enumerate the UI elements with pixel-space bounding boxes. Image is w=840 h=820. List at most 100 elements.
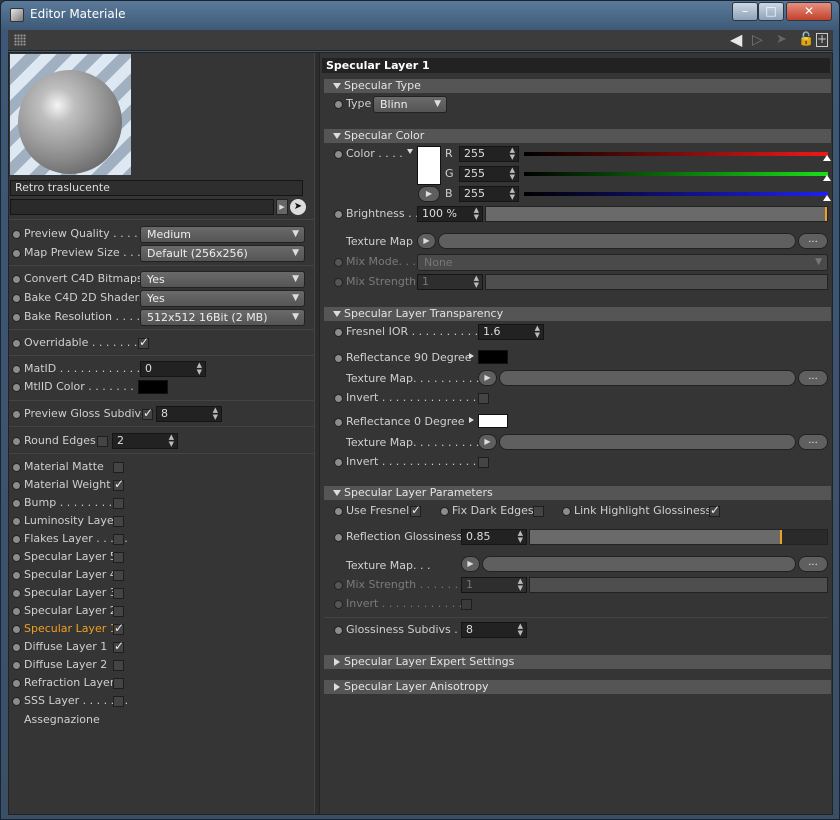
texture-map-90-slot[interactable] xyxy=(499,370,796,386)
layer-specular-2-checkbox[interactable] xyxy=(113,606,124,617)
g-input[interactable]: 255 ▲ ▼ xyxy=(459,166,519,182)
texture-map-90-play-button[interactable]: ▶ xyxy=(478,370,497,386)
layer-refraction-checkbox[interactable] xyxy=(113,678,124,689)
animation-dot-icon[interactable] xyxy=(12,275,21,284)
bake-2d-shaders-dropdown[interactable]: Yes ▼ xyxy=(140,290,305,307)
stepper-arrows-icon[interactable]: ▲ ▼ xyxy=(474,207,479,221)
animation-dot-icon[interactable] xyxy=(334,533,343,542)
preview-gloss-subdivs-input[interactable]: 8 ▲ ▼ xyxy=(156,406,222,422)
layer-material-weight[interactable]: Material Weight xyxy=(24,477,111,493)
minimize-button[interactable]: – xyxy=(732,2,758,21)
b-input[interactable]: 255 ▲ ▼ xyxy=(459,186,519,202)
animation-dot-icon[interactable] xyxy=(334,394,343,403)
animation-dot-icon[interactable] xyxy=(334,458,343,467)
animation-dot-icon[interactable] xyxy=(12,679,21,688)
layer-specular-3[interactable]: Specular Layer 3 xyxy=(24,585,117,601)
layer-flakes-checkbox[interactable] xyxy=(113,534,124,545)
round-edges-input[interactable]: 2 ▲ ▼ xyxy=(112,433,178,449)
layer-diffuse-2-checkbox[interactable] xyxy=(113,660,124,671)
layer-specular-5-checkbox[interactable] xyxy=(113,552,124,563)
layer-sss-checkbox[interactable] xyxy=(113,696,124,707)
texture-map-0-play-button[interactable]: ▶ xyxy=(478,434,497,450)
r-input[interactable]: 255 ▲ ▼ xyxy=(459,146,519,162)
stepper-arrows-icon[interactable]: ▲ ▼ xyxy=(474,275,479,289)
section-specular-type[interactable]: Specular Type xyxy=(324,79,831,93)
texture-map-0-slot[interactable] xyxy=(499,434,796,450)
section-specular-transparency[interactable]: Specular Layer Transparency xyxy=(324,307,831,321)
animation-dot-icon[interactable] xyxy=(12,589,21,598)
animation-dot-icon[interactable] xyxy=(12,571,21,580)
forward-arrow-icon[interactable]: ▷ xyxy=(752,31,763,49)
layer-specular-2[interactable]: Specular Layer 2 xyxy=(24,603,117,619)
mix-mode-dropdown[interactable]: None ▼ xyxy=(417,254,828,271)
stepper-arrows-icon[interactable]: ▲ ▼ xyxy=(197,362,202,376)
glossiness-subdivs-input[interactable]: 8 ▲ ▼ xyxy=(461,622,527,638)
animation-dot-icon[interactable] xyxy=(334,600,343,609)
layer-diffuse-1-checkbox[interactable] xyxy=(113,639,124,653)
maximize-button[interactable]: □ xyxy=(758,2,784,21)
stepper-arrows-icon[interactable]: ▲ ▼ xyxy=(510,147,515,161)
color-expand-icon[interactable] xyxy=(407,149,413,154)
overridable-checkbox[interactable] xyxy=(138,335,149,349)
use-fresnel-checkbox[interactable] xyxy=(410,503,421,517)
green-slider-handle[interactable] xyxy=(823,175,831,181)
mix-strength-gloss-input[interactable]: 1 ▲ ▼ xyxy=(461,577,527,593)
animation-dot-icon[interactable] xyxy=(12,661,21,670)
layer-specular-1[interactable]: Specular Layer 1 xyxy=(24,621,117,637)
cursor-icon[interactable]: ➤ xyxy=(776,31,787,49)
grip-icon[interactable] xyxy=(14,34,26,46)
layer-material-matte-checkbox[interactable] xyxy=(113,462,124,473)
texture-map-gloss-slot[interactable] xyxy=(482,556,796,572)
animation-dot-icon[interactable] xyxy=(12,249,21,258)
fresnel-ior-input[interactable]: 1.6 ▲ ▼ xyxy=(478,324,544,340)
animation-dot-icon[interactable] xyxy=(12,499,21,508)
animation-dot-icon[interactable] xyxy=(12,643,21,652)
layer-luminosity[interactable]: Luminosity Layer xyxy=(24,513,118,529)
pick-cursor-icon[interactable]: ➤ xyxy=(290,199,306,215)
matid-input[interactable]: 0 ▲ ▼ xyxy=(140,361,206,377)
reflectance-0-expand-icon[interactable] xyxy=(469,417,474,423)
material-name-field-2[interactable] xyxy=(10,199,274,215)
animation-dot-icon[interactable] xyxy=(12,517,21,526)
blue-slider-handle[interactable] xyxy=(823,195,831,201)
mtlid-color-swatch[interactable] xyxy=(138,380,168,394)
layer-material-matte[interactable]: Material Matte xyxy=(24,459,104,475)
animation-dot-icon[interactable] xyxy=(334,278,343,287)
animation-dot-icon[interactable] xyxy=(12,463,21,472)
invert-gloss-checkbox[interactable] xyxy=(461,599,472,610)
brightness-input[interactable]: 100 % ▲ ▼ xyxy=(417,206,483,222)
layer-specular-4-checkbox[interactable] xyxy=(113,570,124,581)
stepper-arrows-icon[interactable]: ▲ ▼ xyxy=(518,623,523,637)
animation-dot-icon[interactable] xyxy=(12,553,21,562)
layer-refraction[interactable]: Refraction Layer xyxy=(24,675,114,691)
reflectance-90-expand-icon[interactable] xyxy=(469,353,474,359)
section-specular-parameters[interactable]: Specular Layer Parameters xyxy=(324,486,831,500)
reflection-glossiness-slider[interactable] xyxy=(529,529,828,545)
layer-specular-5[interactable]: Specular Layer 5 xyxy=(24,549,117,565)
animation-dot-icon[interactable] xyxy=(12,697,21,706)
layer-specular-1-checkbox[interactable] xyxy=(113,621,124,635)
expand-arrow-icon[interactable]: ▶ xyxy=(276,199,288,215)
mix-strength-slider[interactable] xyxy=(485,274,828,290)
mix-strength-gloss-slider[interactable] xyxy=(529,577,828,593)
stepper-arrows-icon[interactable]: ▲ ▼ xyxy=(518,530,523,544)
layer-material-weight-checkbox[interactable] xyxy=(113,477,124,491)
material-preview[interactable] xyxy=(10,54,131,175)
animation-dot-icon[interactable] xyxy=(12,410,21,419)
lock-icon[interactable]: 🔓 xyxy=(798,31,814,49)
texture-map-browse-button[interactable]: ... xyxy=(798,233,828,249)
animation-dot-icon[interactable] xyxy=(12,383,21,392)
animation-dot-icon[interactable] xyxy=(12,437,21,446)
map-preview-size-dropdown[interactable]: Default (256x256) ▼ xyxy=(140,245,305,262)
animation-dot-icon[interactable] xyxy=(334,354,343,363)
layer-diffuse-2[interactable]: Diffuse Layer 2 xyxy=(24,657,107,673)
animation-dot-icon[interactable] xyxy=(334,150,343,159)
texture-map-90-browse-button[interactable]: ... xyxy=(798,370,828,386)
animation-dot-icon[interactable] xyxy=(12,365,21,374)
mix-strength-input[interactable]: 1 ▲ ▼ xyxy=(417,274,483,290)
convert-c4d-bitmaps-dropdown[interactable]: Yes ▼ xyxy=(140,271,305,288)
animation-dot-icon[interactable] xyxy=(440,507,449,516)
layer-specular-4[interactable]: Specular Layer 4 xyxy=(24,567,117,583)
animation-dot-icon[interactable] xyxy=(12,535,21,544)
layer-luminosity-checkbox[interactable] xyxy=(113,516,124,527)
